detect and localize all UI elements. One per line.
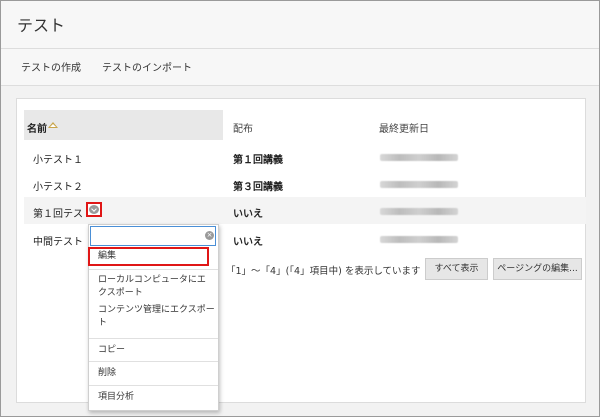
show-all-button[interactable]: すべて表示 (425, 258, 488, 280)
menu-item-edit[interactable]: 編集 (98, 250, 116, 263)
menu-divider (89, 338, 218, 339)
table-row (24, 143, 586, 170)
column-header-distribution[interactable]: 配布 (233, 120, 253, 135)
row-options-button[interactable] (86, 202, 102, 217)
row-distribution: いいえ (233, 209, 263, 220)
redacted-date (380, 181, 458, 188)
row-name[interactable]: 中間テスト (33, 233, 83, 248)
row-distribution: いいえ (233, 237, 263, 248)
create-test-link[interactable]: テストの作成 (21, 59, 81, 74)
redacted-date (380, 236, 458, 243)
column-header-last-modified[interactable]: 最終更新日 (379, 120, 429, 135)
chevron-down-icon (89, 205, 99, 214)
redacted-date (380, 154, 458, 161)
sort-ascending-icon[interactable] (48, 122, 58, 128)
paging-summary: 「1」～「4」(「4」項目中) を表示しています (226, 266, 421, 277)
menu-item-copy[interactable]: コピー (98, 344, 125, 357)
menu-item-export-local[interactable]: ローカルコンピュータにエクスポート (98, 274, 213, 300)
column-header-name[interactable]: 名前 (27, 120, 47, 135)
page-title: テスト (17, 16, 66, 35)
row-name[interactable]: 小テスト１ (33, 151, 83, 166)
menu-search-input[interactable] (90, 226, 216, 246)
redacted-date (380, 208, 458, 215)
row-name[interactable]: 小テスト２ (33, 178, 83, 193)
edit-paging-button[interactable]: ページングの編集... (493, 258, 582, 280)
table-row (24, 170, 586, 197)
menu-divider (89, 385, 218, 386)
clear-icon[interactable]: × (205, 231, 214, 240)
import-test-link[interactable]: テストのインポート (102, 59, 192, 74)
menu-divider (89, 361, 218, 362)
menu-item-delete[interactable]: 削除 (98, 367, 116, 380)
action-bar: テストの作成 テストのインポート (1, 49, 599, 86)
row-distribution: 第１回講義 (233, 155, 283, 166)
menu-item-item-analysis[interactable]: 項目分析 (98, 391, 134, 404)
page-header: テスト (1, 1, 599, 49)
table-row-hovered (24, 197, 586, 224)
row-distribution: 第３回講義 (233, 182, 283, 193)
row-name[interactable]: 第１回テスト (33, 205, 93, 220)
menu-item-export-content[interactable]: コンテンツ管理にエクスポート (98, 304, 216, 330)
menu-divider (89, 269, 218, 270)
